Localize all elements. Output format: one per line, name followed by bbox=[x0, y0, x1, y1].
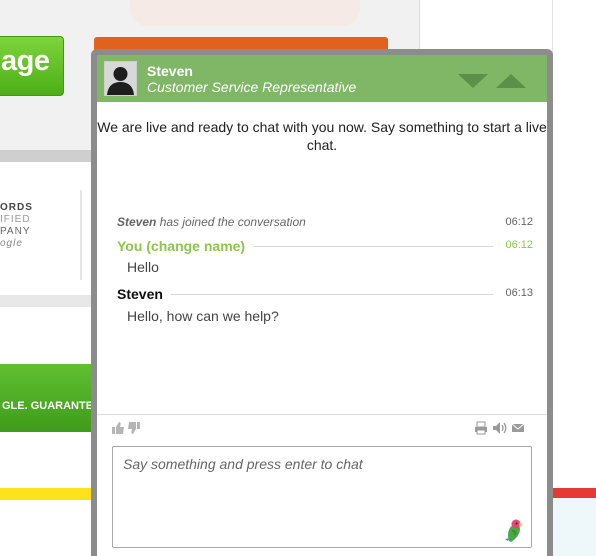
message-text: Hello bbox=[127, 259, 159, 275]
bg-green-button[interactable]: age bbox=[0, 36, 64, 96]
system-event-text: has joined the conversation bbox=[159, 215, 306, 229]
bg-top-banner bbox=[130, 0, 360, 26]
thumbs-down-icon bbox=[128, 422, 140, 434]
maximize-icon bbox=[496, 74, 526, 88]
minimize-icon bbox=[458, 74, 488, 88]
bg-adwords-badge: ORDS IFIED PANY ogle bbox=[0, 202, 60, 250]
thumbs-down-button[interactable] bbox=[127, 421, 141, 435]
person-silhouette-icon bbox=[105, 62, 136, 95]
thumbs-up-button[interactable] bbox=[111, 421, 125, 435]
bg-yellow-bar bbox=[0, 488, 100, 500]
bg-grey-strip bbox=[0, 150, 100, 162]
toolbar-divider bbox=[97, 414, 547, 415]
email-transcript-button[interactable] bbox=[511, 421, 525, 435]
sound-icon bbox=[493, 422, 507, 434]
adwords-line: PANY bbox=[0, 226, 31, 237]
minimize-button[interactable] bbox=[457, 72, 489, 90]
welcome-message: We are live and ready to chat with you n… bbox=[97, 119, 547, 153]
bg-lower-right-panel bbox=[548, 498, 596, 556]
parrot-logo-icon bbox=[505, 519, 523, 542]
print-icon bbox=[475, 421, 487, 435]
message-text: Hello, how can we help? bbox=[127, 308, 279, 324]
chat-body: We are live and ready to chat with you n… bbox=[97, 102, 547, 556]
message-time: 06:12 bbox=[505, 239, 533, 251]
bg-guarantee-banner[interactable]: GLE. GUARANTE bbox=[0, 364, 100, 432]
chat-header[interactable]: Steven Customer Service Representative bbox=[97, 55, 547, 102]
agent-name: Steven bbox=[147, 63, 193, 79]
chat-message-input[interactable] bbox=[112, 446, 532, 548]
message-divider bbox=[117, 294, 493, 295]
message-time: 06:13 bbox=[505, 287, 533, 299]
bg-mid-strip bbox=[0, 295, 100, 307]
print-button[interactable] bbox=[474, 421, 488, 435]
visitor-name-link[interactable]: You (change name) bbox=[117, 238, 254, 254]
message-header: You (change name) 06:12 bbox=[117, 238, 533, 254]
thumbs-up-icon bbox=[112, 422, 124, 434]
bg-separator bbox=[80, 190, 82, 280]
sound-button[interactable] bbox=[492, 421, 507, 435]
bg-red-bar bbox=[548, 488, 596, 498]
agent-avatar bbox=[104, 61, 137, 96]
adwords-line: IFIED bbox=[0, 214, 31, 225]
system-event: Steven has joined the conversation 06:12 bbox=[117, 215, 533, 229]
message-header: Steven 06:13 bbox=[117, 286, 533, 302]
email-icon bbox=[511, 423, 525, 432]
adwords-line: ORDS bbox=[0, 202, 33, 213]
live-chat-window: Steven Customer Service Representative W… bbox=[91, 49, 553, 556]
parrot-logo bbox=[503, 519, 525, 543]
maximize-button[interactable] bbox=[495, 72, 527, 90]
system-event-name: Steven bbox=[117, 215, 157, 229]
agent-message-name: Steven bbox=[117, 286, 171, 302]
adwords-line: ogle bbox=[0, 238, 23, 249]
system-event-time: 06:12 bbox=[505, 216, 533, 228]
agent-title: Customer Service Representative bbox=[147, 79, 357, 95]
